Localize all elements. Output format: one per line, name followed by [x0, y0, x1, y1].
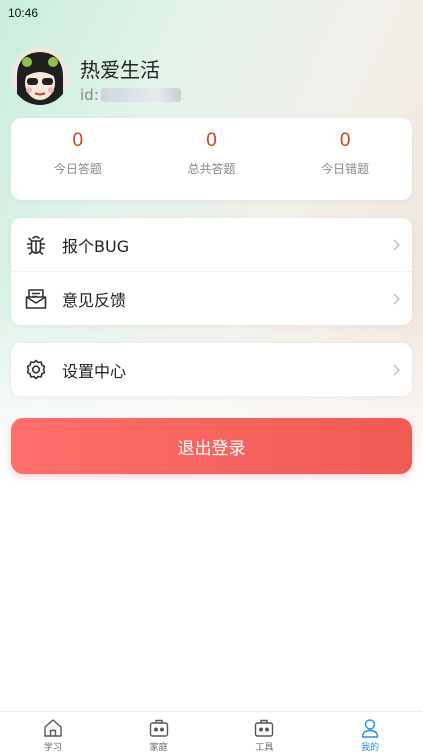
background-fade [0, 300, 423, 520]
stat-label: 今日错题 [321, 162, 370, 176]
tab-label: 学习 [43, 743, 62, 753]
menu-label-report-bug: 报个BUG [62, 236, 130, 256]
menu-item-report-bug[interactable]: 报个BUG [11, 218, 412, 271]
menu-card-support: 报个BUG 意见反馈 [11, 218, 412, 325]
avatar[interactable] [11, 47, 69, 105]
tab-tools[interactable]: 工具 [212, 712, 318, 755]
tab-label: 家庭 [149, 743, 168, 753]
tab-label: 我的 [361, 743, 380, 753]
stats-card: 0 今日答题 0 总共答题 0 今日错题 [11, 118, 412, 200]
toolbox-icon [149, 719, 168, 737]
bottom-tab-bar: 学习 家庭 工具 我的 [0, 711, 423, 755]
chevron-right-icon [393, 293, 400, 304]
stat-label: 今日答题 [53, 162, 102, 176]
menu-label-settings: 设置中心 [62, 361, 127, 381]
menu-card-settings: 设置中心 [11, 343, 412, 396]
status-time: 10:46 [8, 6, 39, 20]
username: 热爱生活 [80, 58, 160, 82]
stat-today-answered: 0 今日答题 [11, 118, 145, 200]
logout-button[interactable]: 退出登录 [11, 418, 412, 474]
user-id: id: [80, 86, 181, 104]
tab-family[interactable]: 家庭 [106, 712, 212, 755]
tab-mine[interactable]: 我的 [317, 712, 423, 755]
user-icon [361, 719, 379, 738]
bug-icon [26, 235, 46, 255]
stat-value: 0 [72, 130, 84, 151]
user-id-masked-value [100, 88, 181, 102]
tab-label: 工具 [255, 743, 274, 753]
gear-icon [26, 359, 46, 379]
menu-item-settings[interactable]: 设置中心 [11, 343, 412, 396]
toolbox-icon [255, 719, 274, 737]
stat-today-wrong: 0 今日错题 [278, 118, 412, 200]
chevron-right-icon [393, 364, 400, 375]
chevron-right-icon [393, 239, 400, 250]
stat-total-answered: 0 总共答题 [145, 118, 279, 200]
stat-value: 0 [339, 130, 351, 151]
home-icon [44, 719, 62, 737]
menu-item-feedback[interactable]: 意见反馈 [11, 271, 412, 325]
menu-label-feedback: 意见反馈 [62, 290, 127, 310]
stat-value: 0 [206, 130, 217, 151]
feedback-mail-icon [25, 288, 47, 309]
tab-study[interactable]: 学习 [0, 712, 106, 755]
stat-label: 总共答题 [187, 162, 236, 176]
user-id-prefix: id: [80, 86, 99, 104]
